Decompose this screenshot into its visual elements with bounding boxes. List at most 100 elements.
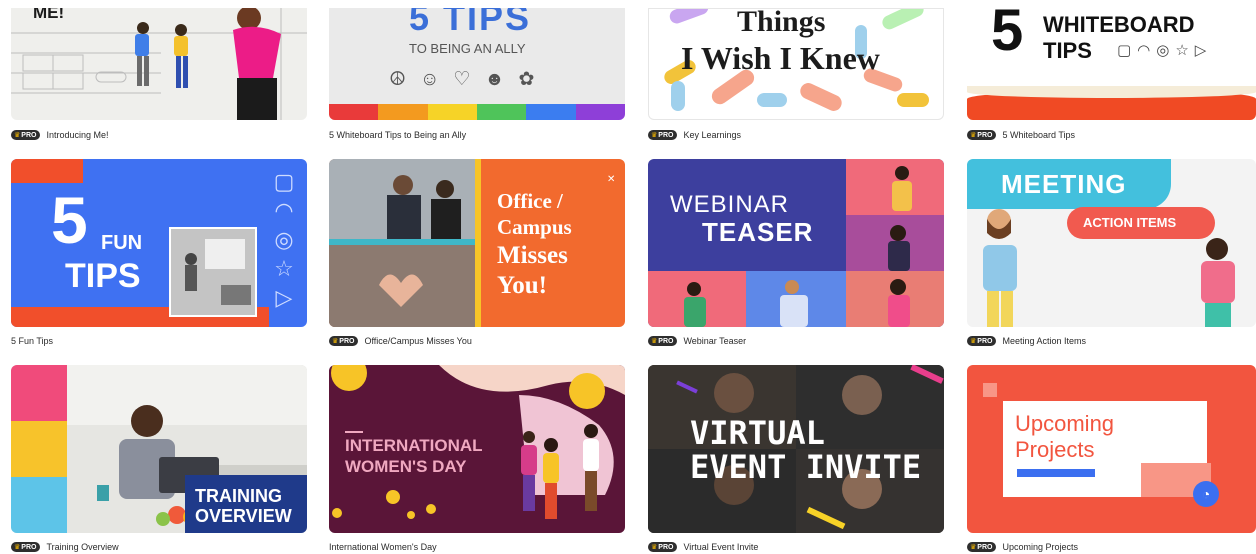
thumbnail-title: WEBINAR [670, 191, 790, 218]
pro-badge: ♛ PRO [648, 130, 678, 140]
thumbnail-title: MEETING [1001, 169, 1127, 199]
template-title[interactable]: Training Overview [46, 542, 118, 552]
whiteboard-illustration [11, 8, 307, 120]
template-caption: ♛ PRO Office/Campus Misses You [329, 334, 472, 348]
template-thumbnail[interactable]: WEBINAR TEASER [648, 159, 944, 327]
thumbnail-subtitle: EVENT INVITE [690, 448, 922, 486]
ally-icons: ☮☺♡☻✿ [389, 69, 549, 90]
template-title[interactable]: 5 Fun Tips [11, 336, 53, 346]
crown-icon: ♛ [651, 132, 658, 139]
template-card-webinar-teaser[interactable]: WEBINAR TEASER ♛ PRO Webinar Teaser [648, 159, 944, 351]
thumbnail-title: TIPS [65, 257, 141, 295]
crown-icon: ♛ [970, 544, 977, 551]
accent-bar [1017, 469, 1095, 477]
thumbnail-subtitle: TEASER [702, 217, 814, 247]
template-thumbnail[interactable]: TRAINING OVERVIEW [11, 365, 307, 533]
template-title[interactable]: Meeting Action Items [1002, 336, 1086, 346]
thumbnail-subtitle: TIPS [1043, 38, 1092, 63]
template-title[interactable]: 5 Whiteboard Tips [1002, 130, 1075, 140]
thumbnail-line: Misses [497, 242, 568, 269]
shape-icons: ▢◠◎☆▷ [1117, 42, 1213, 59]
template-thumbnail[interactable]: ME! [11, 8, 307, 120]
template-card-whiteboard-tips-ally[interactable]: 5 TIPS TO BEING AN ALLY ☮☺♡☻✿ 5 Whiteboa… [329, 8, 625, 146]
crown-icon: ♛ [651, 544, 658, 551]
pro-label: PRO [658, 131, 674, 139]
template-card-womens-day[interactable]: INTERNATIONAL WOMEN'S DAY International … [329, 365, 625, 552]
pro-badge: ♛ PRO [11, 542, 41, 552]
team-photo [169, 227, 257, 317]
template-title[interactable]: Key Learnings [683, 130, 741, 140]
template-card-virtual-event[interactable]: VIRTUAL EVENT INVITE ♛ PRO Virtual Event … [648, 365, 944, 552]
template-thumbnail[interactable]: Things I Wish I Knew [648, 8, 944, 120]
template-thumbnail[interactable]: VIRTUAL EVENT INVITE [648, 365, 944, 533]
thumbnail-number: 5 [51, 183, 88, 257]
pro-badge: ♛ PRO [329, 336, 359, 346]
thumbnail-number: 5 [991, 8, 1024, 63]
pro-badge: ♛ PRO [967, 336, 997, 346]
crown-icon: ♛ [14, 544, 21, 551]
thumbnail-title: 5 TIPS [409, 8, 532, 38]
thumbnail-title: INTERNATIONAL [345, 436, 483, 455]
crown-icon: ♛ [970, 338, 977, 345]
pro-badge: ♛ PRO [11, 130, 41, 140]
thumbnail-subtitle: Projects [1015, 437, 1095, 462]
template-grid: ME! ♛ PRO Introducing Me! 5 TIPS TO BEING… [0, 0, 1256, 552]
crown-icon: ♛ [332, 338, 339, 345]
crown-icon: ♛ [651, 338, 658, 345]
clock-icon: ◔ [1193, 481, 1219, 507]
photo-top [329, 159, 475, 239]
pro-label: PRO [977, 131, 993, 139]
template-thumbnail[interactable]: INTERNATIONAL WOMEN'S DAY [329, 365, 625, 533]
template-title[interactable]: Office/Campus Misses You [364, 336, 471, 346]
thumbnail-subtitle: WOMEN'S DAY [345, 457, 467, 476]
rainbow-bar [329, 104, 625, 120]
template-thumbnail[interactable]: 5 FUN TIPS ▢ ◠ ◎ ☆ ▷ [11, 159, 307, 327]
template-card-whiteboard-tips[interactable]: 5 WHITEBOARD TIPS ▢◠◎☆▷ ♛ PRO 5 Whiteboar… [967, 8, 1256, 146]
thumbnail-title: Things [737, 8, 826, 38]
template-thumbnail[interactable]: Office / Campus Misses You! ✕ [329, 159, 625, 327]
pro-label: PRO [658, 543, 674, 551]
template-card-5-fun-tips[interactable]: 5 FUN TIPS ▢ ◠ ◎ ☆ ▷ 5 Fun Tips [11, 159, 307, 351]
template-caption: 5 Fun Tips [11, 334, 53, 348]
thumbnail-subtitle: FUN [101, 232, 143, 254]
template-caption: 5 Whiteboard Tips to Being an Ally [329, 128, 466, 142]
template-thumbnail[interactable]: 5 WHITEBOARD TIPS ▢◠◎☆▷ [967, 8, 1256, 120]
pro-label: PRO [658, 337, 674, 345]
template-card-introducing-me[interactable]: ME! ♛ PRO Introducing Me! [11, 8, 307, 146]
pro-label: PRO [21, 543, 37, 551]
template-caption: ♛ PRO Webinar Teaser [648, 334, 746, 348]
template-title[interactable]: Introducing Me! [46, 130, 108, 140]
pro-label: PRO [977, 337, 993, 345]
template-thumbnail[interactable]: MEETING ACTION ITEMS [967, 159, 1256, 327]
thumbnail-subtitle: OVERVIEW [195, 506, 292, 526]
template-card-upcoming-projects[interactable]: ◔ Upcoming Projects ♛ PRO Upcoming Projec… [967, 365, 1256, 552]
template-card-meeting-action-items[interactable]: MEETING ACTION ITEMS ♛ PRO Meeting Action… [967, 159, 1256, 351]
pro-label: PRO [977, 543, 993, 551]
pro-label: PRO [339, 337, 355, 345]
shape-icons: ▢ ◠ ◎ ☆ ▷ [273, 169, 295, 310]
thumbnail-title: ME! [33, 8, 65, 22]
sparkle-icon: ✕ [607, 174, 616, 185]
pro-badge: ♛ PRO [648, 336, 678, 346]
thumbnail-title: Upcoming [1015, 411, 1115, 436]
thumbnail-line: Campus [497, 215, 572, 239]
thumbnail-subtitle: ACTION ITEMS [1083, 215, 1177, 230]
thumbnail-title: TRAINING [195, 486, 282, 506]
crown-icon: ♛ [970, 132, 977, 139]
template-title[interactable]: International Women's Day [329, 542, 437, 552]
template-card-training-overview[interactable]: TRAINING OVERVIEW ♛ PRO Training Overview [11, 365, 307, 552]
photo-bottom [329, 245, 475, 327]
template-title[interactable]: Virtual Event Invite [683, 542, 758, 552]
template-title[interactable]: Upcoming Projects [1002, 542, 1078, 552]
thumbnail-title: VIRTUAL [690, 414, 825, 452]
template-card-office-campus[interactable]: Office / Campus Misses You! ✕ ♛ PRO Offic… [329, 159, 625, 351]
template-title[interactable]: Webinar Teaser [683, 336, 746, 346]
template-caption: ♛ PRO Meeting Action Items [967, 334, 1086, 348]
template-caption: ♛ PRO Introducing Me! [11, 128, 109, 142]
template-thumbnail[interactable]: 5 TIPS TO BEING AN ALLY ☮☺♡☻✿ [329, 8, 625, 120]
template-title[interactable]: 5 Whiteboard Tips to Being an Ally [329, 130, 466, 140]
pro-badge: ♛ PRO [967, 130, 997, 140]
template-card-key-learnings[interactable]: Things I Wish I Knew ♛ PRO Key Learnings [648, 8, 944, 146]
thumbnail-title: Office / [497, 189, 563, 213]
template-thumbnail[interactable]: ◔ Upcoming Projects [967, 365, 1256, 533]
